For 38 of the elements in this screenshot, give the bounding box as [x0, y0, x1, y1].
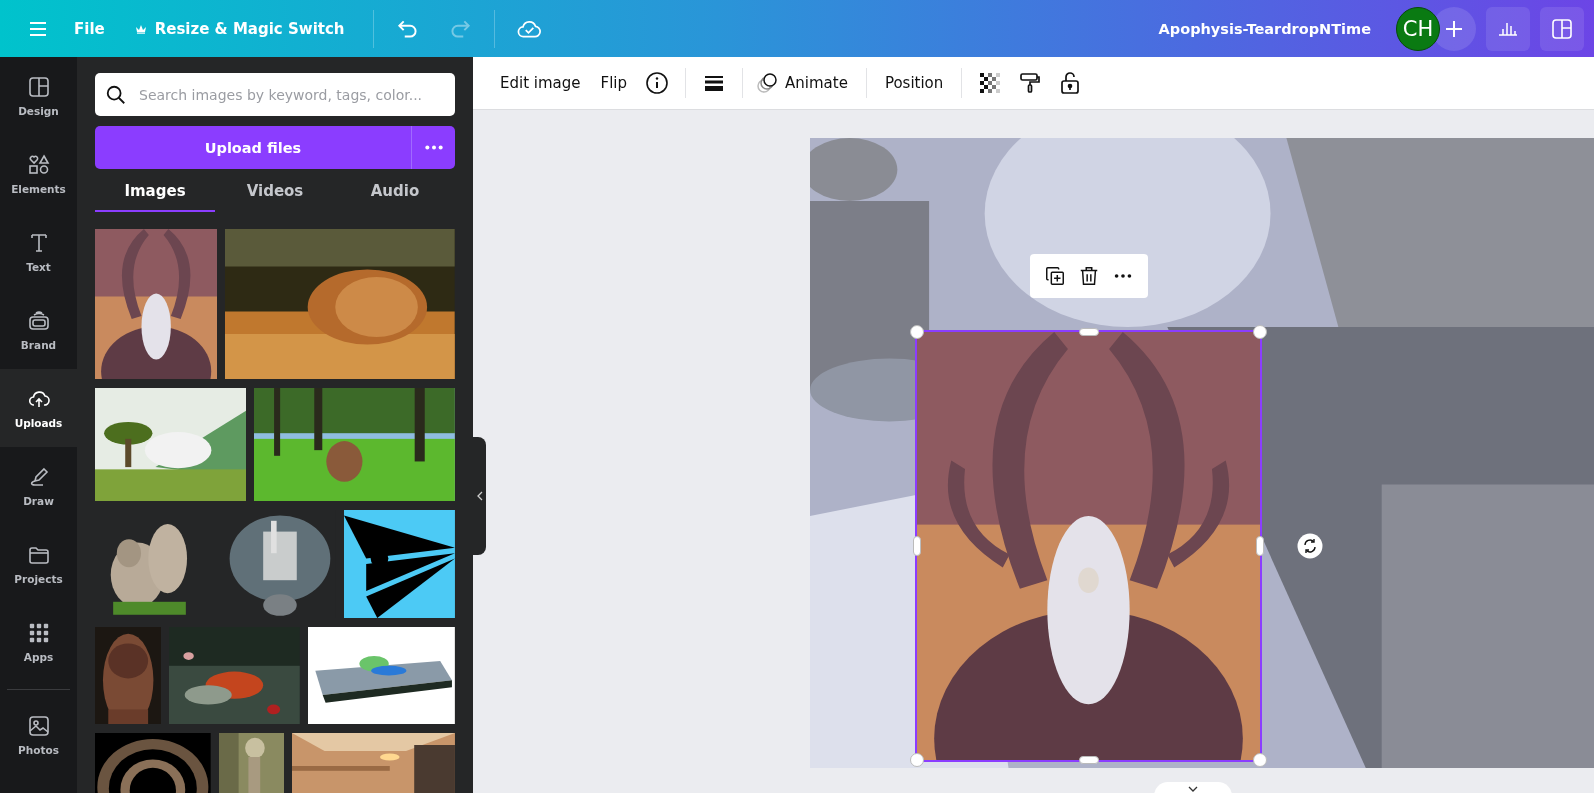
circles-icon: [755, 71, 780, 95]
rail-item[interactable]: Draw: [0, 447, 77, 525]
chevron-down-icon: [1188, 786, 1198, 792]
shapes-icon: [26, 153, 51, 177]
media-tab[interactable]: Videos: [215, 171, 335, 212]
toolbar-button[interactable]: Flip: [590, 68, 638, 98]
rail-item[interactable]: Brand: [0, 291, 77, 369]
paint-roller-icon[interactable]: [1018, 71, 1043, 95]
insights-button[interactable]: [1486, 6, 1530, 51]
upload-button[interactable]: Upload files: [95, 126, 411, 169]
rail-item[interactable]: Design: [0, 57, 77, 135]
transparency-icon[interactable]: [978, 71, 1003, 95]
briefcase-icon: [26, 309, 51, 333]
more-icon: [423, 145, 444, 150]
layout-icon: [26, 75, 51, 99]
bar-chart-icon: [1498, 21, 1518, 36]
toolbar-button[interactable]: Edit image: [490, 68, 591, 98]
search-field[interactable]: Search images by keyword, tags, color...: [95, 73, 455, 116]
layout-icon: [1550, 16, 1574, 41]
rail-item[interactable]: Elements: [0, 135, 77, 213]
rail-item[interactable]: Photos: [0, 696, 77, 774]
design-title[interactable]: Apophysis-TeardropNTime: [1158, 20, 1371, 37]
crown-icon: [134, 23, 147, 34]
toolbar-button[interactable]: Position: [874, 68, 954, 98]
search-input[interactable]: Search images by keyword, tags, color...: [137, 85, 445, 104]
rail-item[interactable]: Projects: [0, 525, 77, 603]
collapse-panel-handle[interactable]: [473, 437, 486, 555]
user-avatar[interactable]: CH: [1396, 6, 1440, 51]
animate-button[interactable]: Animate: [751, 65, 858, 101]
search-icon: [105, 83, 127, 106]
rail-item[interactable]: Uploads: [0, 369, 77, 447]
rail-item[interactable]: Text: [0, 213, 77, 291]
media-tab[interactable]: Images: [95, 171, 215, 212]
info-icon[interactable]: [645, 71, 670, 95]
rail-item[interactable]: Apps: [0, 603, 77, 681]
layout-button[interactable]: [1540, 6, 1584, 51]
media-tab[interactable]: Audio: [335, 171, 455, 212]
image-icon: [26, 714, 51, 738]
